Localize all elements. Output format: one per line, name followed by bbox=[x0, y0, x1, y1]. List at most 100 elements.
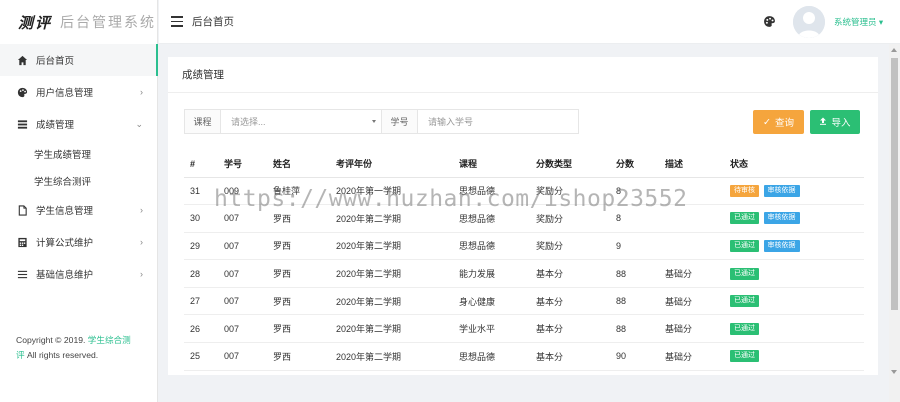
cell-score: 9 bbox=[610, 232, 659, 261]
course-select-value: 请选择... bbox=[231, 117, 266, 127]
cell-course: 身心健康 bbox=[453, 287, 530, 316]
cell-student-id: 007 bbox=[218, 314, 267, 344]
menu-icon bbox=[16, 268, 28, 280]
cell-course: 思想品德 bbox=[453, 342, 530, 371]
cell-score-type: 基本分 bbox=[530, 287, 610, 316]
table-header-row: # 学号 姓名 考评年份 课程 分数类型 分数 描述 状态 bbox=[184, 151, 864, 178]
sidebar-item-label: 用户信息管理 bbox=[36, 88, 94, 99]
chevron-down-icon: ⌄ bbox=[135, 118, 143, 129]
query-button-label: 查询 bbox=[774, 118, 794, 129]
status-badge-approved[interactable]: 已通过 bbox=[730, 295, 759, 308]
table-row: 25 007 罗西 2020年第二学期 思想品德 基本分 90 基础分 已通过 bbox=[184, 342, 864, 371]
cell-desc: 基础分 bbox=[659, 259, 724, 288]
cell-no: 27 bbox=[184, 287, 218, 316]
score-management-card: 成绩管理 课程 请选择... 学号 ✓ 查询 导入 # 学号 姓名 考评年份 bbox=[168, 57, 878, 375]
card-title: 成绩管理 bbox=[168, 57, 878, 93]
sidebar-item-label: 学生信息管理 bbox=[36, 206, 94, 217]
app-logo[interactable]: 测评 后台管理系统 bbox=[0, 0, 157, 44]
cell-student-id: 007 bbox=[218, 204, 267, 233]
column-header: 分数类型 bbox=[530, 151, 610, 178]
cell-status: 已通过 bbox=[724, 259, 864, 288]
copyright-prefix: Copyright © 2019. bbox=[16, 335, 86, 345]
logo-bold: 测评 bbox=[18, 13, 53, 32]
hamburger-icon[interactable] bbox=[171, 16, 183, 27]
status-badge-approved[interactable]: 已通过 bbox=[730, 267, 759, 280]
cell-name: 罗西 bbox=[267, 259, 330, 288]
sidebar-item-home[interactable]: 后台首页 bbox=[0, 44, 158, 76]
cell-desc: 基础分 bbox=[659, 342, 724, 371]
cell-year: 2020年第一学期 bbox=[330, 177, 453, 206]
column-header: 学号 bbox=[218, 151, 267, 178]
cell-student-id: 009 bbox=[218, 177, 267, 206]
table-row: 29 007 罗西 2020年第二学期 思想品德 奖励分 9 已通过 审核依据 bbox=[184, 232, 864, 261]
cell-no: 30 bbox=[184, 204, 218, 233]
sidebar-item-label: 后台首页 bbox=[36, 56, 75, 67]
table-row: 31 009 鲁桂萍 2020年第一学期 思想品德 奖励分 8 待审核 审核依据 bbox=[184, 177, 864, 206]
status-badge-pending[interactable]: 待审核 bbox=[730, 184, 759, 197]
course-label: 课程 bbox=[185, 110, 221, 133]
sidebar-subitem-evaluation[interactable]: 学生综合测评 bbox=[0, 167, 157, 194]
audit-evidence-button[interactable]: 审核依据 bbox=[763, 239, 800, 252]
cell-student-id: 007 bbox=[218, 259, 267, 288]
audit-evidence-button[interactable]: 审核依据 bbox=[763, 184, 800, 197]
cell-year: 2020年第二学期 bbox=[330, 232, 453, 261]
cell-score-type: 基本分 bbox=[530, 314, 610, 344]
status-badge-approved[interactable]: 已通过 bbox=[730, 212, 759, 225]
cell-student-id: 007 bbox=[218, 287, 267, 316]
sidebar-item-formula[interactable]: 计算公式维护 › bbox=[0, 226, 157, 258]
sidebar-item-label: 成绩管理 bbox=[36, 120, 75, 131]
student-id-label: 学号 bbox=[382, 110, 418, 133]
sidebar-item-students[interactable]: 学生信息管理 › bbox=[0, 194, 157, 226]
sidebar-subitem-student-scores[interactable]: 学生成绩管理 bbox=[0, 140, 157, 167]
cell-score-type: 基本分 bbox=[530, 259, 610, 288]
cell-desc bbox=[659, 232, 724, 261]
audit-evidence-button[interactable]: 审核依据 bbox=[763, 212, 800, 225]
course-select[interactable]: 请选择... bbox=[221, 110, 382, 133]
query-button[interactable]: ✓ 查询 bbox=[753, 110, 804, 134]
status-badge-approved[interactable]: 已通过 bbox=[730, 239, 759, 252]
avatar[interactable] bbox=[793, 6, 825, 38]
cell-status: 已通过 审核依据 bbox=[724, 232, 864, 261]
cell-desc: 基础分 bbox=[659, 314, 724, 344]
copyright-link[interactable]: 学生综合测 bbox=[88, 335, 131, 345]
theme-palette-icon[interactable] bbox=[763, 15, 776, 31]
cell-desc: 基础分 bbox=[659, 287, 724, 316]
user-menu[interactable]: 系统管理员 ▾ bbox=[834, 16, 883, 28]
page-scrollbar[interactable] bbox=[889, 44, 900, 402]
column-header: 姓名 bbox=[267, 151, 330, 178]
calculator-icon bbox=[16, 236, 28, 248]
cell-score: 8 bbox=[610, 177, 659, 206]
cell-no: 31 bbox=[184, 177, 218, 206]
sidebar-item-users[interactable]: 用户信息管理 › bbox=[0, 76, 157, 108]
cell-course: 思想品德 bbox=[453, 232, 530, 261]
sidebar-item-basic-info[interactable]: 基础信息维护 › bbox=[0, 258, 157, 290]
column-header: 分数 bbox=[610, 151, 659, 178]
cell-status: 已通过 bbox=[724, 287, 864, 316]
cell-status: 已通过 bbox=[724, 342, 864, 371]
status-badge-approved[interactable]: 已通过 bbox=[730, 350, 759, 363]
document-icon bbox=[16, 204, 28, 216]
cell-score-type: 奖励分 bbox=[530, 204, 610, 233]
scroll-up-icon[interactable] bbox=[891, 48, 897, 52]
copyright-link-tail[interactable]: 评 bbox=[16, 350, 25, 360]
student-id-input[interactable] bbox=[418, 110, 578, 133]
import-button[interactable]: 导入 bbox=[810, 110, 860, 134]
copyright: Copyright © 2019. 学生综合测 评 All rights res… bbox=[16, 333, 146, 363]
cell-no: 26 bbox=[184, 314, 218, 344]
palette-icon bbox=[16, 86, 28, 98]
cell-score: 8 bbox=[610, 204, 659, 233]
cell-year: 2020年第二学期 bbox=[330, 314, 453, 344]
scrollbar-thumb[interactable] bbox=[891, 58, 898, 310]
column-header: # bbox=[184, 151, 218, 178]
cell-score: 90 bbox=[610, 342, 659, 371]
scroll-down-icon[interactable] bbox=[891, 370, 897, 374]
cell-year: 2020年第二学期 bbox=[330, 287, 453, 316]
list-icon bbox=[16, 118, 28, 130]
chevron-right-icon: › bbox=[140, 87, 143, 97]
cell-name: 罗西 bbox=[267, 204, 330, 233]
status-badge-approved[interactable]: 已通过 bbox=[730, 322, 759, 335]
sidebar-item-scores[interactable]: 成绩管理 ⌄ bbox=[0, 108, 157, 140]
chevron-right-icon: › bbox=[140, 205, 143, 215]
column-header: 描述 bbox=[659, 151, 724, 178]
cell-status: 已通过 审核依据 bbox=[724, 204, 864, 233]
